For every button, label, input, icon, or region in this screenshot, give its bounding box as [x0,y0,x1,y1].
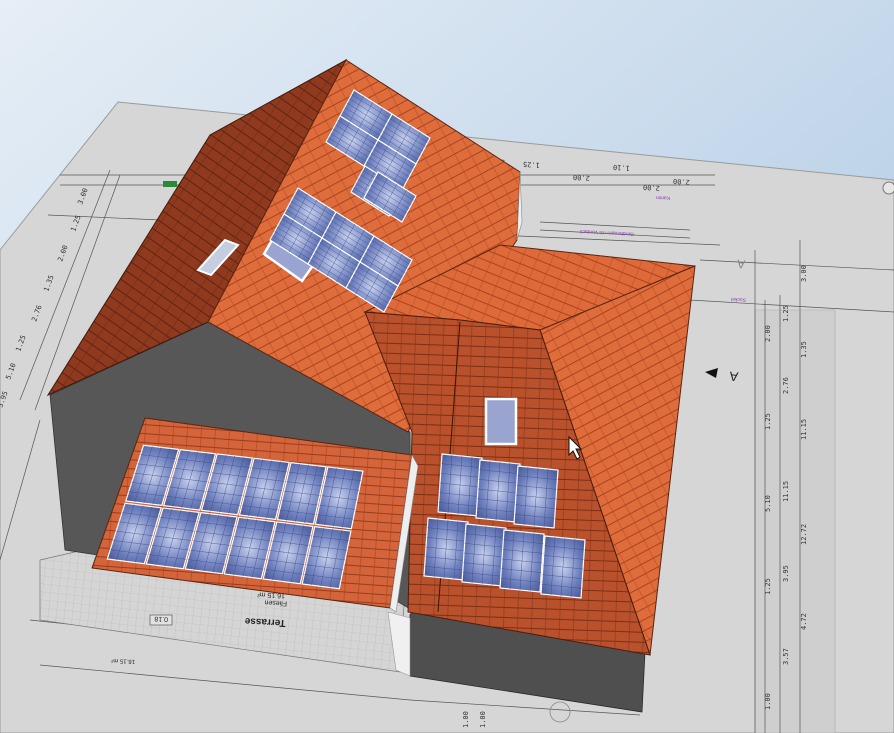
dimension-label: 11.15 [800,419,808,440]
plan-right-strip [754,309,836,733]
dimension-label: 2.76 [782,377,790,394]
bottom-left-note: 16.15 m² [111,657,135,664]
dimension-label: 1.25 [523,160,540,169]
solar-panel[interactable] [499,529,545,593]
house-3d-scene[interactable]: Terrasse Fliesen 16.15 m² 0.18 16.15 m² … [0,0,894,733]
dimension-label: 1.25 [764,578,772,595]
dimension-label: 1.10 [613,163,630,172]
dimension-label: 1.35 [800,341,808,358]
dimension-label: 1.00 [462,711,470,728]
green-marker [163,181,177,187]
dimension-label: 1.00 [764,693,772,710]
dimension-label: 1.00 [479,711,487,728]
dimension-label: 1.25 [764,413,772,430]
3d-viewport[interactable]: Terrasse Fliesen 16.15 m² 0.18 16.15 m² … [0,0,894,733]
solar-panel[interactable] [475,459,521,523]
solar-panel[interactable] [513,465,559,529]
dimension-label: 2.00 [573,173,590,182]
dimension-label: 1.25 [782,305,790,322]
solar-panel[interactable] [461,523,507,587]
solar-panel[interactable] [540,535,586,599]
section-marker-b: A [736,257,745,272]
solar-panel[interactable] [437,453,483,517]
dimension-label: 2.00 [643,183,660,192]
room-label: Terrasse [244,615,286,628]
plan-note-2: Kamin [656,194,671,201]
dimension-label: 3.95 [782,565,790,582]
room-code: 0.18 [154,615,168,623]
solar-panel[interactable] [423,517,469,581]
dimension-label: 3.57 [782,648,790,665]
roof-window-wing[interactable] [484,397,518,446]
dimension-label: 5.10 [764,495,772,512]
plan-handle[interactable] [882,181,894,195]
plan-note-3: Sockel [731,296,746,303]
dimension-label: 3.00 [800,265,808,282]
dimension-label: 12.72 [800,524,808,545]
dimension-label: 2.00 [764,325,772,342]
dimension-label: 4.72 [800,613,808,630]
dimension-label: 11.15 [782,481,790,502]
dimension-label: 2.00 [673,177,690,186]
